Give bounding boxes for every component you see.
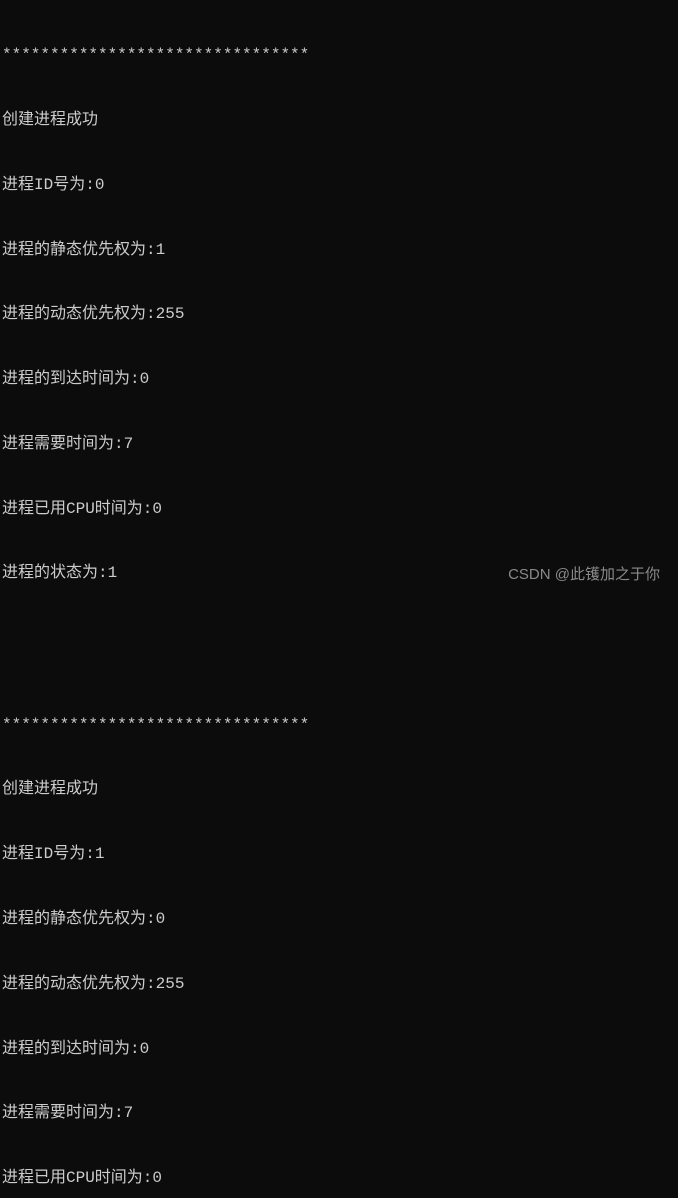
static-priority-value: 0	[156, 910, 166, 928]
cpu-time-line: 进程已用CPU时间为:0	[2, 1168, 678, 1190]
watermark-text: CSDN @此镬加之于你	[508, 565, 660, 585]
arrival-time-label: 进程的到达时间为:	[2, 370, 140, 388]
need-time-line: 进程需要时间为:7	[2, 434, 678, 456]
blank-line	[2, 628, 678, 650]
static-priority-line: 进程的静态优先权为:1	[2, 240, 678, 262]
cpu-time-label: 进程已用CPU时间为:	[2, 500, 152, 518]
cpu-time-value: 0	[152, 500, 162, 518]
dynamic-priority-line: 进程的动态优先权为:255	[2, 304, 678, 326]
state-value: 1	[108, 564, 118, 582]
process-id-line: 进程ID号为:1	[2, 844, 678, 866]
create-success-line: 创建进程成功	[2, 779, 678, 801]
need-time-value: 7	[124, 435, 134, 453]
need-time-label: 进程需要时间为:	[2, 435, 124, 453]
need-time-line: 进程需要时间为:7	[2, 1103, 678, 1125]
separator-line: ********************************	[2, 45, 678, 67]
separator-line: ********************************	[2, 715, 678, 737]
cpu-time-label: 进程已用CPU时间为:	[2, 1169, 152, 1187]
dynamic-priority-value: 255	[156, 305, 185, 323]
state-label: 进程的状态为:	[2, 564, 108, 582]
static-priority-label: 进程的静态优先权为:	[2, 910, 156, 928]
static-priority-label: 进程的静态优先权为:	[2, 241, 156, 259]
cpu-time-value: 0	[152, 1169, 162, 1187]
id-value: 0	[95, 176, 105, 194]
static-priority-line: 进程的静态优先权为:0	[2, 909, 678, 931]
dynamic-priority-label: 进程的动态优先权为:	[2, 305, 156, 323]
terminal-output: ******************************** 创建进程成功 …	[2, 2, 678, 1198]
id-value: 1	[95, 845, 105, 863]
cpu-time-line: 进程已用CPU时间为:0	[2, 499, 678, 521]
need-time-label: 进程需要时间为:	[2, 1104, 124, 1122]
arrival-time-value: 0	[140, 1040, 150, 1058]
dynamic-priority-label: 进程的动态优先权为:	[2, 975, 156, 993]
process-id-line: 进程ID号为:0	[2, 175, 678, 197]
arrival-time-value: 0	[140, 370, 150, 388]
static-priority-value: 1	[156, 241, 166, 259]
arrival-time-line: 进程的到达时间为:0	[2, 1039, 678, 1061]
id-label: 进程ID号为:	[2, 845, 95, 863]
create-success-line: 创建进程成功	[2, 110, 678, 132]
need-time-value: 7	[124, 1104, 134, 1122]
arrival-time-label: 进程的到达时间为:	[2, 1040, 140, 1058]
arrival-time-line: 进程的到达时间为:0	[2, 369, 678, 391]
dynamic-priority-line: 进程的动态优先权为:255	[2, 974, 678, 996]
dynamic-priority-value: 255	[156, 975, 185, 993]
id-label: 进程ID号为:	[2, 176, 95, 194]
